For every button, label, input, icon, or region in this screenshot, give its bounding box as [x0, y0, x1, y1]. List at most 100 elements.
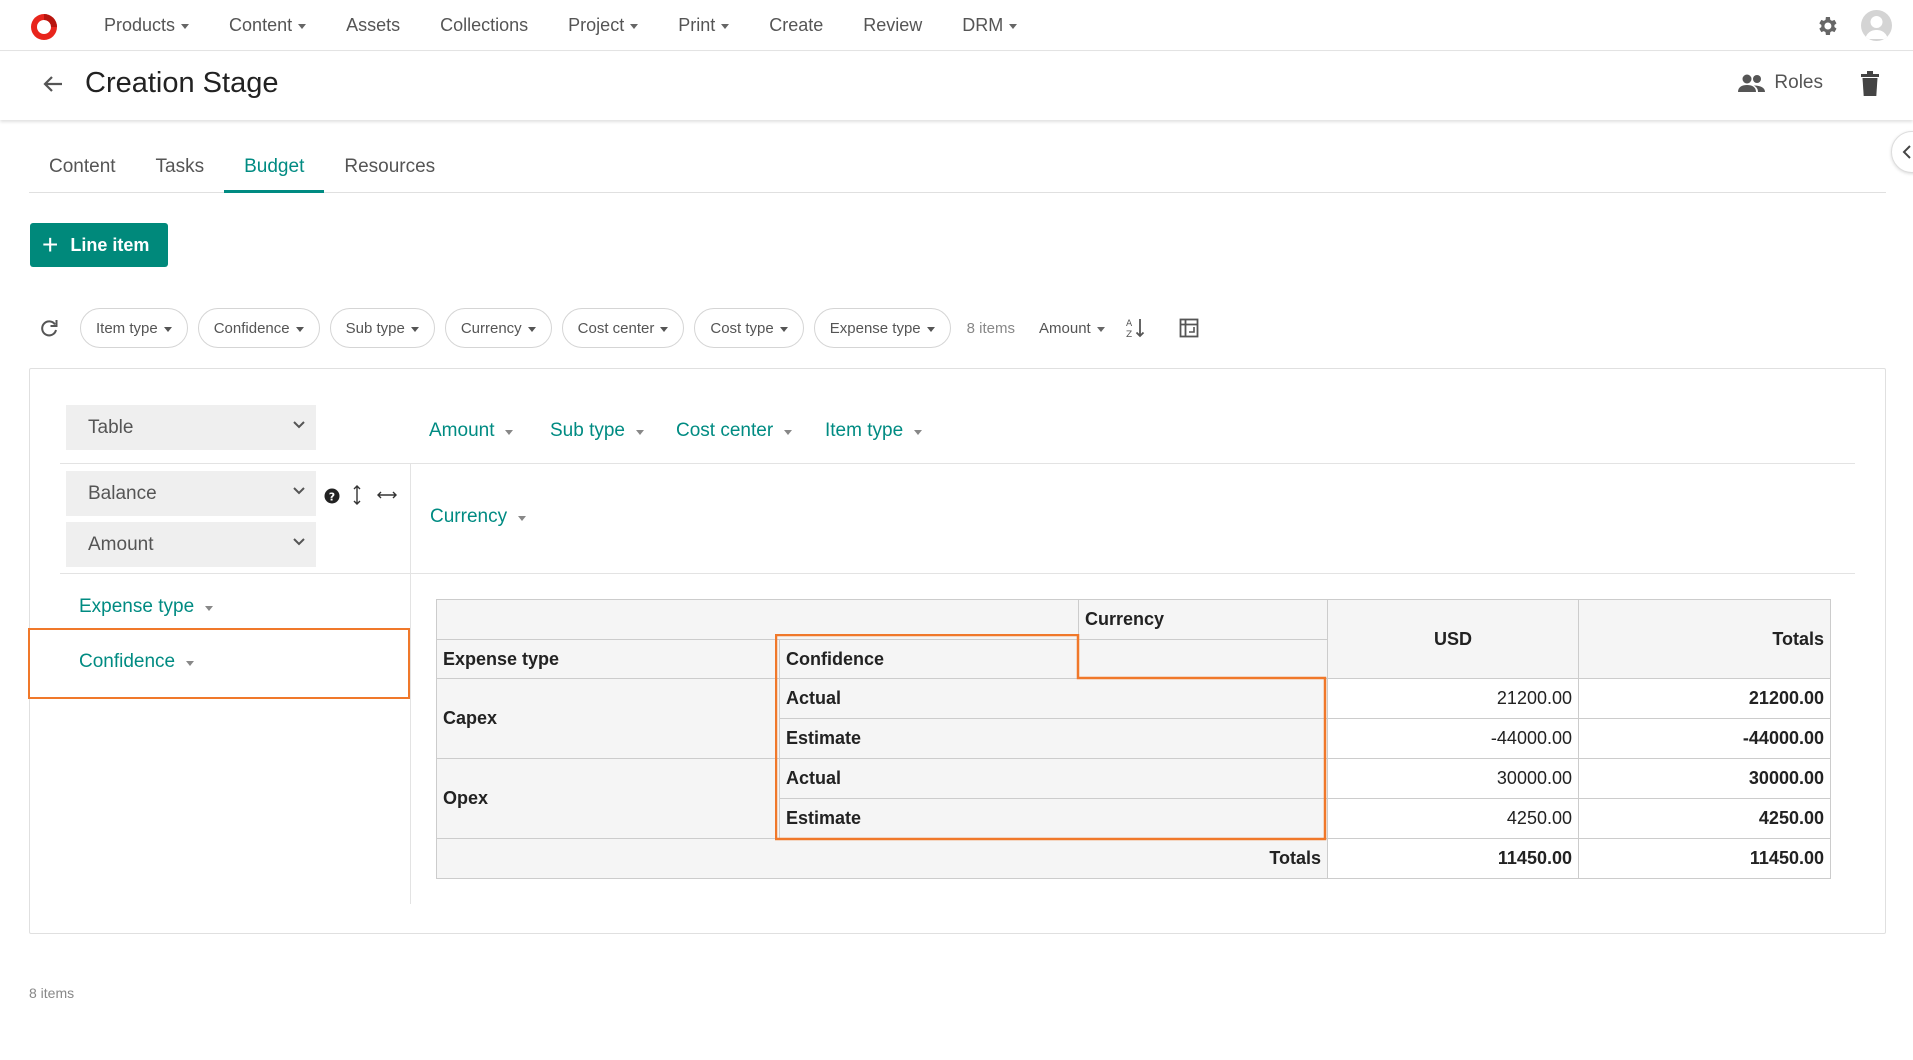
unused-field-item-type[interactable]: Item type — [825, 420, 923, 442]
tab-resources[interactable]: Resources — [324, 150, 455, 193]
chevron-down-icon — [293, 538, 305, 546]
chip-label: Item type — [96, 319, 158, 337]
field-label: Confidence — [79, 651, 176, 672]
nav-drm[interactable]: DRM — [962, 15, 1018, 36]
filter-expense-type[interactable]: Expense type — [813, 308, 951, 348]
nav-create[interactable]: Create — [769, 15, 823, 36]
nav-label: DRM — [962, 15, 1004, 35]
col-field-currency[interactable]: Currency — [430, 506, 527, 528]
nav-products[interactable]: Products — [104, 15, 190, 36]
caret-down-icon — [636, 429, 644, 435]
caret-down-icon — [660, 326, 669, 332]
add-line-item-button[interactable]: + Line item — [30, 223, 168, 267]
refresh-icon[interactable] — [38, 317, 60, 339]
unused-field-cost-center[interactable]: Cost center — [676, 420, 793, 442]
caret-down-icon — [1096, 326, 1105, 332]
filter-item-type[interactable]: Item type — [80, 308, 188, 348]
gear-icon[interactable] — [1815, 14, 1839, 38]
row-field-confidence[interactable]: Confidence — [79, 651, 195, 673]
svg-text:Z: Z — [1126, 330, 1132, 339]
filter-confidence[interactable]: Confidence — [197, 308, 320, 348]
filter-cost-type[interactable]: Cost type — [694, 308, 804, 348]
nav-project[interactable]: Project — [568, 15, 639, 36]
chip-label: Sub type — [345, 319, 405, 337]
nav-review[interactable]: Review — [863, 15, 922, 36]
caret-down-icon — [527, 326, 536, 332]
value-select-value: Amount — [88, 534, 154, 555]
nav-assets[interactable]: Assets — [346, 15, 400, 36]
sort-field-dropdown[interactable]: Amount — [1039, 320, 1105, 337]
divider — [410, 464, 411, 904]
highlight-box — [775, 634, 1327, 841]
help-icon[interactable]: ? — [324, 488, 340, 504]
filter-cost-center[interactable]: Cost center — [561, 308, 685, 348]
svg-text:A: A — [1126, 319, 1133, 329]
filter-sub-type[interactable]: Sub type — [329, 308, 435, 348]
add-line-item-label: Line item — [70, 234, 150, 255]
field-label: Expense type — [79, 596, 195, 617]
side-panel-toggle[interactable] — [1891, 131, 1913, 173]
renderer-select[interactable]: Table — [66, 405, 316, 450]
field-label: Item type — [825, 420, 904, 441]
sort-rows-icon[interactable] — [352, 484, 362, 506]
caret-down-icon — [181, 24, 190, 29]
divider — [60, 463, 1855, 464]
caret-down-icon — [518, 515, 527, 521]
row-group-opex: Opex — [436, 758, 780, 839]
tab-tasks[interactable]: Tasks — [136, 150, 225, 193]
value-select[interactable]: Amount — [66, 522, 316, 567]
cell-grand-total: 11450.00 — [1578, 838, 1831, 879]
caret-down-icon — [784, 429, 793, 435]
col-header-totals: Totals — [1578, 599, 1831, 679]
footer-items-count: 8 items — [29, 985, 75, 1001]
unused-field-sub-type[interactable]: Sub type — [550, 420, 644, 442]
chip-label: Confidence — [213, 319, 290, 337]
page-header: Creation Stage Roles — [0, 52, 1913, 120]
cell-opex-actual-total: 30000.00 — [1578, 758, 1831, 799]
caret-down-icon — [721, 24, 730, 29]
caret-down-icon — [163, 326, 172, 332]
main-menu: Products Content Assets Collections Proj… — [84, 0, 1037, 51]
sort-direction-icon[interactable]: A Z — [1125, 317, 1145, 339]
chevron-down-icon — [293, 487, 305, 495]
field-label: Cost center — [676, 420, 774, 441]
pivot-view-icon[interactable] — [1179, 318, 1199, 338]
app-logo[interactable] — [29, 12, 59, 42]
field-label: Currency — [430, 506, 508, 527]
row-attr-header-expense-type: Expense type — [436, 639, 780, 679]
nav-collections[interactable]: Collections — [440, 15, 528, 36]
page-title: Creation Stage — [85, 67, 279, 99]
tab-bar: Content Tasks Budget Resources — [29, 150, 1886, 193]
row-field-expense-type[interactable]: Expense type — [79, 596, 214, 618]
plus-icon: + — [42, 229, 59, 260]
sort-cols-icon[interactable] — [376, 490, 398, 500]
row-group-capex: Capex — [436, 678, 780, 759]
svg-text:?: ? — [329, 491, 335, 504]
unused-field-amount[interactable]: Amount — [429, 420, 514, 442]
back-arrow-icon[interactable] — [40, 71, 66, 97]
tab-budget[interactable]: Budget — [224, 150, 325, 193]
field-label: Sub type — [550, 420, 625, 441]
caret-down-icon — [410, 326, 419, 332]
tab-content[interactable]: Content — [29, 150, 136, 193]
people-icon — [1738, 74, 1766, 92]
aggregator-select-value: Balance — [88, 483, 157, 504]
user-avatar[interactable] — [1861, 10, 1892, 41]
nav-print[interactable]: Print — [678, 15, 730, 36]
filter-currency[interactable]: Currency — [444, 308, 552, 348]
divider — [60, 573, 1855, 574]
nav-content[interactable]: Content — [229, 15, 307, 36]
chevron-left-icon — [1902, 145, 1911, 159]
chip-label: Cost type — [710, 319, 774, 337]
nav-label: Review — [863, 15, 923, 35]
col-header-usd: USD — [1327, 599, 1579, 679]
caret-down-icon — [914, 429, 923, 435]
roles-button[interactable]: Roles — [1738, 72, 1823, 94]
trash-icon[interactable] — [1859, 71, 1881, 97]
cell-capex-actual-total: 21200.00 — [1578, 678, 1831, 719]
cell-opex-estimate-total: 4250.00 — [1578, 798, 1831, 839]
aggregator-select[interactable]: Balance — [66, 471, 316, 516]
caret-down-icon — [505, 429, 514, 435]
caret-down-icon — [295, 326, 304, 332]
row-totals-label: Totals — [436, 838, 1328, 879]
